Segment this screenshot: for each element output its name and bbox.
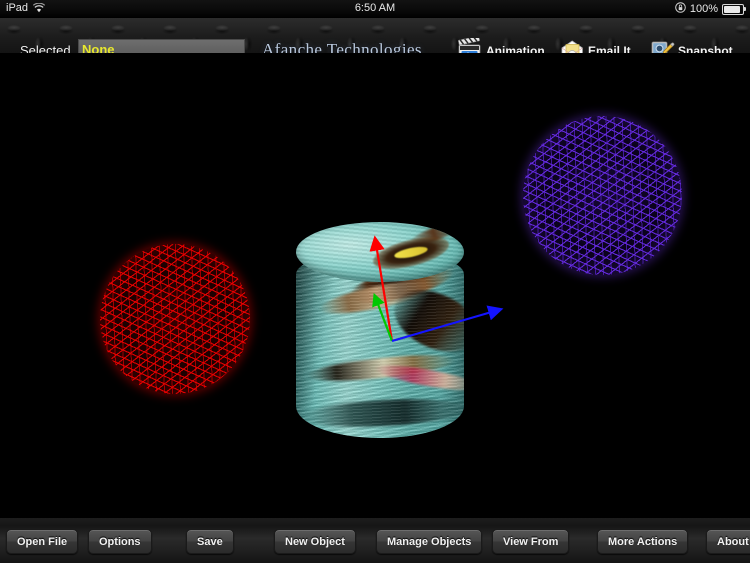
about-button[interactable]: About (706, 529, 750, 554)
email-it-button[interactable]: Email It (560, 38, 631, 53)
top-toolbar: Selected None Afanche Technologies Anima… (0, 18, 750, 53)
app-root: iPad 6:50 AM 100% Selected None Afanche … (0, 0, 750, 563)
purple-wireframe-sphere[interactable] (523, 116, 682, 275)
red-wireframe-sphere[interactable] (100, 244, 250, 394)
selected-label: Selected (20, 43, 71, 53)
snapshot-button-label: Snapshot (678, 44, 733, 53)
camera-pencil-icon (650, 38, 675, 53)
snapshot-button[interactable]: Snapshot (650, 38, 733, 53)
status-bar-right: 100% (675, 2, 746, 16)
3d-viewport[interactable] (17, 53, 726, 518)
ios-status-bar: iPad 6:50 AM 100% (0, 0, 750, 18)
rotation-lock-icon (675, 2, 686, 16)
manage-objects-button[interactable]: Manage Objects (376, 529, 483, 554)
more-actions-button[interactable]: More Actions (597, 529, 689, 554)
email-it-button-label: Email It (588, 44, 631, 53)
textured-cylinder[interactable] (291, 202, 469, 457)
new-object-button[interactable]: New Object (274, 529, 356, 554)
view-from-button[interactable]: View From (492, 529, 570, 554)
open-file-button[interactable]: Open File (6, 529, 79, 554)
selected-object-value: None (82, 42, 115, 53)
envelope-icon (560, 38, 585, 53)
save-button[interactable]: Save (186, 529, 234, 554)
status-bar-time: 6:50 AM (354, 2, 396, 14)
animation-button-label: Animation (486, 44, 545, 53)
battery-icon (722, 3, 746, 15)
options-button[interactable]: Options (88, 529, 152, 554)
brand-title: Afanche Technologies (262, 40, 422, 53)
battery-percent: 100% (689, 3, 718, 15)
cylinder-top-cap (296, 222, 464, 282)
bottom-toolbar: Open File Options Save New Object Manage… (0, 517, 750, 563)
clapperboard-icon (458, 35, 483, 53)
animation-button[interactable]: Animation (458, 35, 545, 53)
